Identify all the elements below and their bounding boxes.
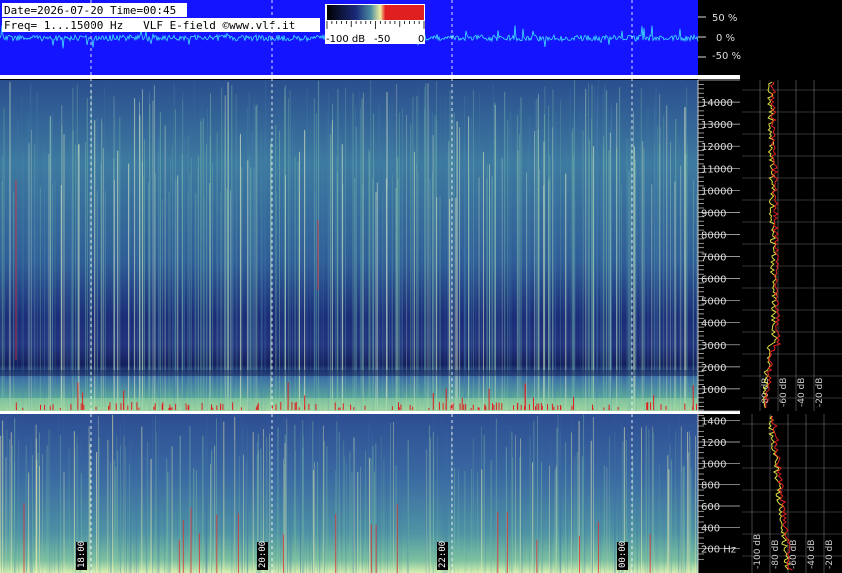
frequency-tick-label: 1400 <box>701 417 726 428</box>
separator-top <box>0 75 740 79</box>
spectrum-tick-label: -20 dB <box>825 540 835 569</box>
time-label: 18:00 <box>77 541 87 568</box>
frequency-tick-label: 9000 <box>701 208 726 219</box>
vlf-spectrogram-display: Date=2026-07-20 Time=00:45 Freq= 1...150… <box>0 0 842 573</box>
frequency-axis-lower: 1400 1200 1000 800 600 400 200 Hz <box>697 409 742 573</box>
frequency-tick-label: 13000 <box>701 120 733 131</box>
time-label: 00:00 <box>618 541 628 568</box>
frequency-tick-label: 1000 <box>701 459 726 470</box>
frequency-tick-label: 5000 <box>701 297 726 308</box>
spectrum-tick-label: -80 dB <box>771 540 781 569</box>
spectrum-tick-label: -40 dB <box>797 378 807 407</box>
frequency-tick-label: 200 Hz <box>701 545 736 556</box>
frequency-tick-label: 10000 <box>701 186 733 197</box>
spectrum-tick-label: -60 dB <box>779 378 789 407</box>
frequency-tick-label: 800 <box>701 481 720 492</box>
waveform-tick-neg50: -50 % <box>712 51 741 62</box>
frequency-tick-label: 4000 <box>701 319 726 330</box>
vlf-figure: Date=2026-07-20 Time=00:45 Freq= 1...150… <box>0 0 842 573</box>
frequency-tick-label: 600 <box>701 502 720 513</box>
spectrum-tick-label: -20 dB <box>815 378 825 407</box>
spectrum-panel-upper: -80 dB -60 dB -40 dB -20 dB <box>742 80 842 411</box>
spectrum-tick-label: -100 dB <box>753 534 763 569</box>
frequency-axis-upper: 14000 13000 12000 11000 10000 9000 8000 7000 600… <box>697 79 742 412</box>
frequency-tick-label: 1000 <box>701 385 726 396</box>
colorbar-label-max: 0 <box>418 34 424 45</box>
separator-mid <box>0 411 740 414</box>
waveform-axis: 50 % 0 % -50 % <box>698 13 741 62</box>
spectrum-background <box>742 80 842 411</box>
waveform-tick-50: 50 % <box>712 13 737 24</box>
spectrum-tick-label: -60 dB <box>789 540 799 569</box>
date-label: Date=2026-07-20 Time=00:45 <box>4 4 176 17</box>
frequency-tick-label: 11000 <box>701 164 733 175</box>
frequency-tick-label: 1200 <box>701 438 726 449</box>
spectrum-tick-label: -40 dB <box>807 540 817 569</box>
dark-band <box>0 370 698 376</box>
waveform-tick-0: 0 % <box>716 33 735 44</box>
colorbar-label-mid: -50 <box>374 34 390 45</box>
frequency-tick-label: 14000 <box>701 98 733 109</box>
frequency-tick-label: 6000 <box>701 275 726 286</box>
frequency-tick-label: 2000 <box>701 363 726 374</box>
frequency-tick-label: 3000 <box>701 341 726 352</box>
frequency-tick-label: 7000 <box>701 253 726 264</box>
time-label: 22:00 <box>438 541 448 568</box>
spectrum-panel-lower: -100 dB -80 dB -60 dB -40 dB -20 dB <box>742 414 842 573</box>
frequency-tick-label: 400 <box>701 523 720 534</box>
time-label: 20:00 <box>258 541 268 568</box>
colorbar-label-min: -100 dB <box>326 34 365 45</box>
freq-label: Freq= 1...15000 Hz VLF E-field ©www.vlf.… <box>4 19 295 32</box>
frequency-tick-label: 8000 <box>701 231 726 242</box>
colorbar-gradient <box>327 5 424 20</box>
frequency-tick-label: 12000 <box>701 142 733 153</box>
